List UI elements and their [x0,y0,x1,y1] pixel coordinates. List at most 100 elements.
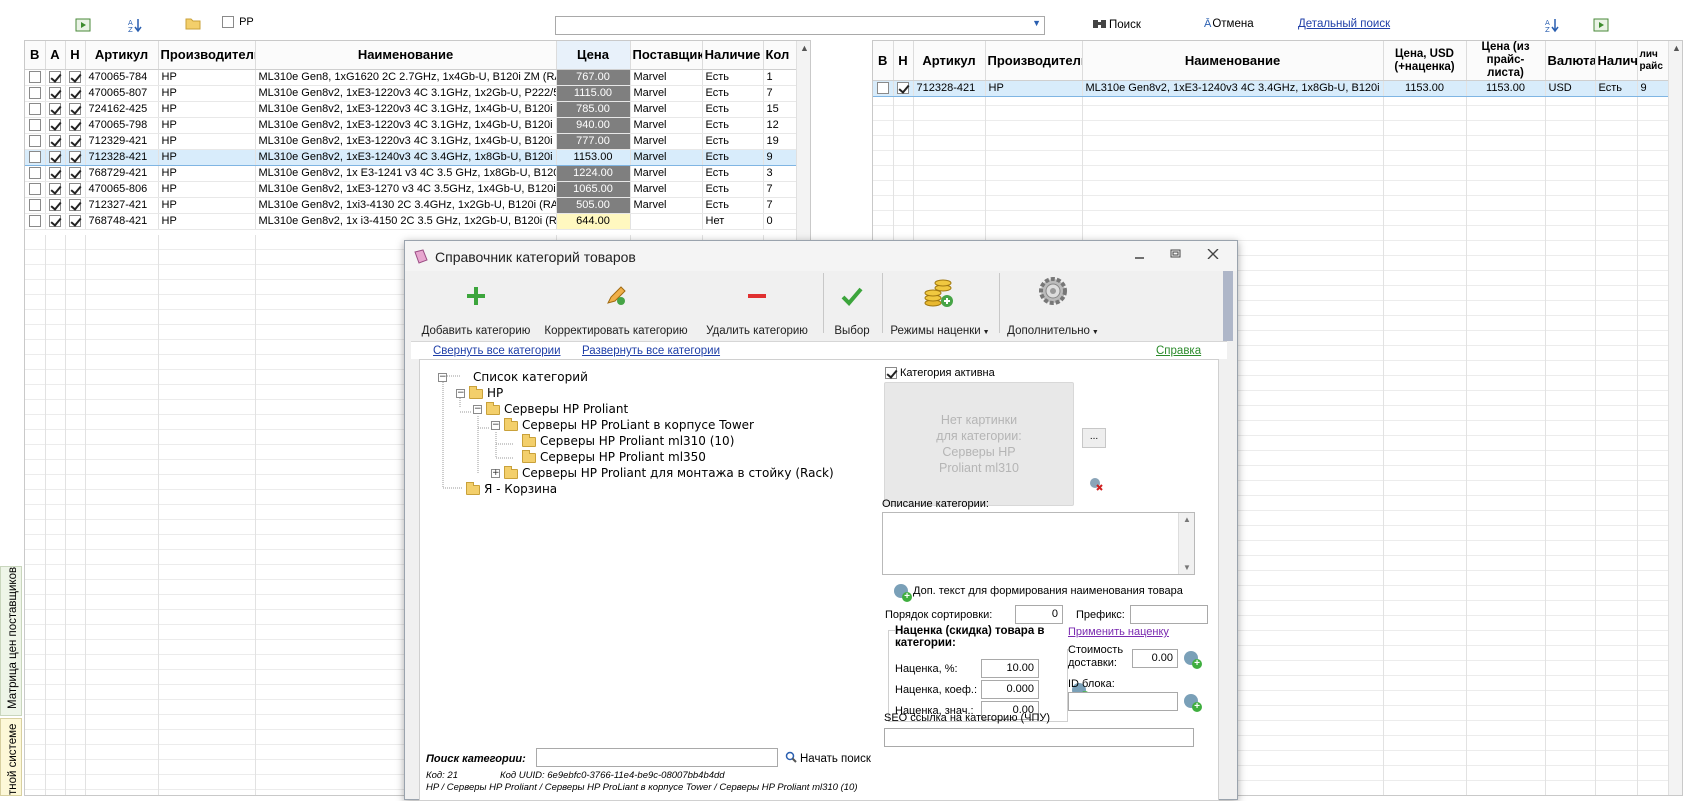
more-button[interactable]: Дополнительно ▼ [1003,271,1103,351]
active-checkbox-box[interactable] [885,367,897,379]
cell-b-checkbox[interactable] [25,148,46,166]
tree-root[interactable]: − Список категорий [438,370,588,384]
row-checkbox[interactable] [28,198,41,211]
cell-qty[interactable]: 7 [763,197,797,214]
sort-order-input[interactable]: 0 [1015,605,1063,624]
cell-maker[interactable]: HP [158,148,256,166]
browse-image-button[interactable]: ... [1082,428,1106,448]
cell-b-checkbox[interactable] [25,133,46,150]
cell-name[interactable]: ML310e Gen8v2, 1xE3-1220v3 4C 3.1GHz, 1x… [255,85,557,102]
cell-sku[interactable]: 470065-784 [85,69,159,86]
row-checkbox[interactable] [69,198,81,211]
scroll-down-icon[interactable]: ▼ [1183,563,1191,572]
tree-node-hp[interactable]: − HP [456,385,503,400]
tree-node-ml350[interactable]: Серверы HP Proliant ml350 [522,449,706,464]
rcol-price-markup[interactable]: Цена, USD (+наценка) [1383,41,1467,81]
cell-qty[interactable]: 3 [763,165,797,182]
cell-h-checkbox[interactable] [65,85,86,102]
block-id-input[interactable] [1068,692,1178,711]
col-b[interactable]: B [25,41,46,70]
col-avail[interactable]: Наличие [702,41,764,70]
cell-price[interactable]: 1153.00 [556,148,631,166]
cell-b-checkbox[interactable] [25,117,46,134]
markup-modes-button[interactable]: Режимы наценки ▼ [886,271,994,351]
delivery-add-icon[interactable] [1184,651,1202,669]
cell-supplier[interactable]: Marvel [630,165,703,182]
table-row[interactable]: 712327-421 HP ML310e Gen8v2, 1xi3-4130 2C … [25,197,797,214]
cell-currency[interactable]: USD [1545,80,1596,97]
expand-icon[interactable]: + [491,469,500,478]
cell-qty[interactable]: 7 [763,181,797,198]
cancel-button[interactable]: Ā Отмена [1204,18,1254,30]
cell-a-checkbox[interactable] [45,213,66,230]
collapse-icon[interactable]: − [491,421,500,430]
cell-sku[interactable]: 470065-806 [85,181,159,198]
row-checkbox[interactable] [28,166,41,179]
cell-avail[interactable]: Есть [702,181,764,198]
cell-name[interactable]: ML310e Gen8v2, 1xE3-1220v3 4C 3.1GHz, 1x… [255,101,557,118]
cell-h-checkbox[interactable] [65,69,86,86]
row-checkbox[interactable] [49,150,61,163]
cell-sku[interactable]: 724162-425 [85,101,159,118]
row-checkbox[interactable] [69,182,81,195]
cell-name[interactable]: ML310e Gen8v2, 1x i3-4150 2C 3.5 GHz, 1x… [255,213,557,230]
cell-sku[interactable]: 470065-807 [85,85,159,102]
row-checkbox[interactable] [49,166,61,179]
block-id-add-icon[interactable] [1184,694,1202,712]
row-checkbox[interactable] [69,134,81,147]
cell-supplier[interactable]: Marvel [630,181,703,198]
description-field[interactable]: ▲ ▼ [882,512,1195,575]
maximize-icon[interactable] [1170,249,1182,259]
cell-sku[interactable]: 768748-421 [85,213,159,230]
cell-a-checkbox[interactable] [45,148,66,166]
table-row[interactable]: 712329-421 HP ML310e Gen8v2, 1xE3-1220v3 4… [25,133,797,150]
col-price[interactable]: Цена [556,41,631,70]
cell-avail[interactable]: Есть [702,197,764,214]
tree-node-tower[interactable]: − Серверы HP ProLiant в корпусе Tower [491,417,754,432]
delivery-input[interactable]: 0.00 [1132,649,1178,668]
row-checkbox[interactable] [876,82,889,95]
cell-b-checkbox[interactable] [25,181,46,198]
cell-price[interactable]: 785.00 [556,101,631,118]
edit-category-button[interactable]: Корректировать категорию [541,271,691,351]
cell-name[interactable]: ML310e Gen8v2, 1xE3-1240v3 4C 3.4GHz, 1x… [1082,80,1384,97]
start-search-button[interactable]: Начать поиск [785,751,871,766]
cell-price[interactable]: 505.00 [556,197,631,214]
cell-price-list[interactable]: 1153.00 [1466,80,1546,97]
row-checkbox[interactable] [28,118,41,131]
table-row[interactable]: 724162-425 HP ML310e Gen8v2, 1xE3-1220v3 4… [25,101,797,118]
row-checkbox[interactable] [69,70,81,83]
rcol-avail[interactable]: Наличие [1595,41,1638,81]
toolbar-scrollbar[interactable] [1223,271,1233,341]
cell-b-checkbox[interactable] [25,101,46,118]
cell-price[interactable]: 1224.00 [556,165,631,182]
cell-supplier[interactable]: Marvel [630,197,703,214]
row-checkbox[interactable] [28,102,41,115]
cell-b-checkbox[interactable] [25,197,46,214]
markup-coef-input[interactable]: 0.000 [981,680,1039,699]
row-checkbox[interactable] [49,102,61,115]
cell-b-checkbox[interactable] [873,80,894,97]
rcol-sku[interactable]: Артикул [913,41,986,81]
cell-a-checkbox[interactable] [45,165,66,182]
collapse-icon[interactable]: − [456,389,465,398]
cell-price[interactable]: 767.00 [556,69,631,86]
collapse-all-link[interactable]: Свернуть все категории [433,345,561,357]
cell-a-checkbox[interactable] [45,133,66,150]
row-checkbox[interactable] [49,182,61,195]
row-checkbox[interactable] [49,198,61,211]
cell-h-checkbox[interactable] [65,181,86,198]
cell-h-checkbox[interactable] [65,165,86,182]
export-icon[interactable] [74,16,92,34]
cell-b-checkbox[interactable] [25,69,46,86]
row-checkbox[interactable] [28,86,41,99]
col-a[interactable]: A [45,41,66,70]
minimize-icon[interactable] [1134,250,1146,260]
active-checkbox[interactable]: Категория активна [885,367,995,379]
help-link[interactable]: Справка [1156,345,1201,357]
sort-right-icon[interactable]: AZ [1543,16,1561,34]
cell-a-checkbox[interactable] [45,85,66,102]
table-row[interactable]: 768729-421 HP ML310e Gen8v2, 1x E3-1241 v3… [25,165,797,182]
cell-a-checkbox[interactable] [45,197,66,214]
cell-maker[interactable]: HP [158,181,256,198]
